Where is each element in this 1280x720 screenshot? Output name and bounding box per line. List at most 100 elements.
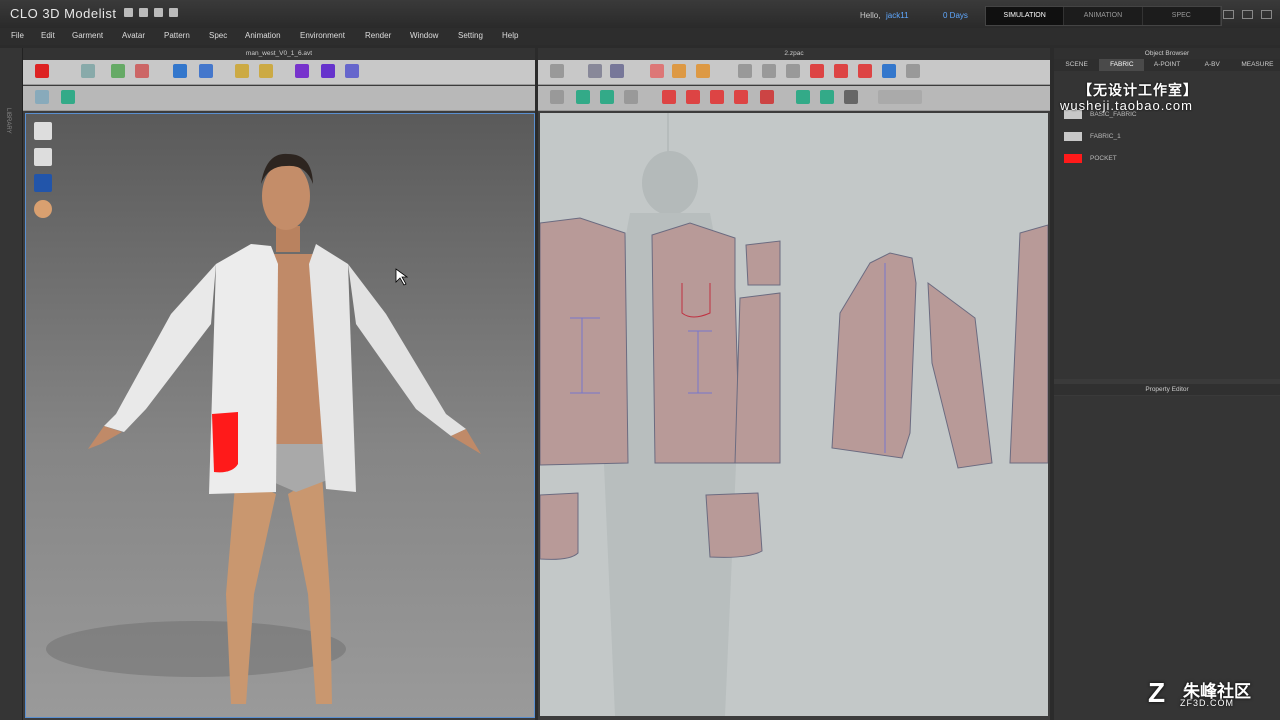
menu-animation[interactable]: Animation: [245, 31, 281, 40]
save-icon[interactable]: [124, 8, 133, 17]
menu-spec[interactable]: Spec: [209, 31, 227, 40]
garment-display-icon[interactable]: [34, 122, 52, 140]
mode-tab-spec[interactable]: SPEC: [1143, 7, 1221, 25]
menu-environment[interactable]: Environment: [300, 31, 345, 40]
pattern-front-right[interactable]: [651, 222, 741, 464]
length-tool-icon[interactable]: [345, 64, 359, 78]
menu-pattern[interactable]: Pattern: [164, 31, 190, 40]
open-folder-icon[interactable]: [139, 8, 148, 17]
trace-tool-icon[interactable]: [834, 64, 848, 78]
avatar-head-icon[interactable]: [34, 200, 52, 218]
fold-tool-icon[interactable]: [135, 64, 149, 78]
menu-file[interactable]: File: [11, 31, 24, 40]
offset-tool-icon[interactable]: [710, 90, 724, 104]
viewport-2d[interactable]: [540, 113, 1048, 716]
pattern-front-left[interactable]: [540, 217, 629, 466]
right-panel: Object Browser SCENE FABRIC A-POINT A-BV…: [1054, 48, 1280, 720]
menu-render[interactable]: Render: [365, 31, 391, 40]
select-move-icon[interactable]: [81, 64, 95, 78]
notch-tool-icon[interactable]: [858, 64, 872, 78]
pattern-under-sleeve[interactable]: [927, 281, 993, 469]
texture-edit-icon[interactable]: [820, 90, 834, 104]
dart-tool-icon[interactable]: [810, 64, 824, 78]
fabric-name: POCKET: [1090, 154, 1117, 162]
internal-polygon-icon[interactable]: [738, 64, 752, 78]
fabric-item[interactable]: POCKET: [1064, 153, 1117, 163]
rectangle-tool-icon[interactable]: [672, 64, 686, 78]
pattern-slider[interactable]: [878, 90, 922, 104]
simulate-icon[interactable]: [35, 64, 49, 78]
tab-measure[interactable]: MEASURE: [1234, 59, 1280, 71]
fabric-swatch: [1064, 153, 1082, 163]
avatar-display-icon[interactable]: [34, 148, 52, 166]
pleat-tool-icon[interactable]: [760, 90, 774, 104]
polygon-tool-icon[interactable]: [650, 64, 664, 78]
pattern-side-panel[interactable]: [734, 292, 781, 464]
symmetry-tool-icon[interactable]: [882, 64, 896, 78]
pattern-pocket[interactable]: [705, 492, 763, 558]
menu-avatar[interactable]: Avatar: [122, 31, 145, 40]
internal-rectangle-icon[interactable]: [762, 64, 776, 78]
reset-2d-icon[interactable]: [550, 64, 564, 78]
transform-pattern-icon[interactable]: [588, 64, 602, 78]
texture-icon[interactable]: [61, 90, 75, 104]
avatar-tool-icon[interactable]: [173, 64, 187, 78]
viewport-3d[interactable]: [25, 113, 535, 718]
select-mesh-icon[interactable]: [35, 90, 49, 104]
fold-line-icon[interactable]: [906, 64, 920, 78]
app-title: 3D Modelist: [42, 6, 117, 21]
line-tool-icon[interactable]: [662, 90, 676, 104]
avatar-silhouette-head: [642, 151, 698, 215]
measure-tool-icon[interactable]: [295, 64, 309, 78]
free-sewing-icon[interactable]: [576, 90, 590, 104]
pocket-on-avatar[interactable]: [212, 412, 238, 473]
undo-icon[interactable]: [154, 8, 163, 17]
tab-fabric[interactable]: FABRIC: [1099, 59, 1145, 71]
jacket-right-sleeve: [348, 264, 466, 436]
license-days: 0 Days: [943, 11, 968, 20]
arrangement-icon[interactable]: [199, 64, 213, 78]
close-icon[interactable]: [1261, 10, 1272, 19]
curve-tool-icon[interactable]: [686, 90, 700, 104]
toolbar-2d-row2: [538, 86, 1050, 111]
pattern-top-sleeve[interactable]: [831, 252, 917, 459]
menu-edit[interactable]: Edit: [41, 31, 55, 40]
minimize-icon[interactable]: [1223, 10, 1234, 19]
fabric-item[interactable]: FABRIC_1: [1064, 131, 1121, 141]
check-sewing-icon[interactable]: [624, 90, 638, 104]
user-name-link[interactable]: jack11: [886, 11, 909, 20]
menu-help[interactable]: Help: [502, 31, 518, 40]
mode-tab-animation[interactable]: ANIMATION: [1064, 7, 1143, 25]
pattern-back[interactable]: [1009, 224, 1048, 464]
window-controls: [1223, 10, 1272, 19]
edit-sewing-icon[interactable]: [600, 90, 614, 104]
maximize-icon[interactable]: [1242, 10, 1253, 19]
circle-tool-icon[interactable]: [696, 64, 710, 78]
internal-circle-icon[interactable]: [786, 64, 800, 78]
pattern-collar[interactable]: [745, 240, 781, 286]
redo-icon[interactable]: [169, 8, 178, 17]
tab-scene[interactable]: SCENE: [1054, 59, 1100, 71]
menu-setting[interactable]: Setting: [458, 31, 483, 40]
texture-2d-icon[interactable]: [796, 90, 810, 104]
pattern-facing[interactable]: [540, 492, 579, 560]
garment-tool-icon[interactable]: [111, 64, 125, 78]
menu-garment[interactable]: Garment: [72, 31, 103, 40]
graphic-tool-icon[interactable]: [844, 90, 858, 104]
mode-tab-simulation[interactable]: SIMULATION: [986, 7, 1065, 25]
tack-tool-icon[interactable]: [259, 64, 273, 78]
jacket-left-sleeve: [104, 264, 216, 432]
edit-pattern-icon[interactable]: [610, 64, 624, 78]
circumference-icon[interactable]: [321, 64, 335, 78]
segment-sewing-icon[interactable]: [550, 90, 564, 104]
menu-window[interactable]: Window: [410, 31, 438, 40]
hello-label: Hello,: [860, 11, 881, 20]
slash-spread-icon[interactable]: [734, 90, 748, 104]
pin-tool-icon[interactable]: [235, 64, 249, 78]
tab-a-bv[interactable]: A-BV: [1189, 59, 1235, 71]
library-rail[interactable]: LIBRARY: [0, 48, 23, 720]
texture-display-icon[interactable]: [34, 174, 52, 192]
object-browser-tabs: SCENE FABRIC A-POINT A-BV MEASURE: [1054, 59, 1280, 71]
tab-a-point[interactable]: A-POINT: [1144, 59, 1190, 71]
fabric-swatch: [1064, 131, 1082, 141]
